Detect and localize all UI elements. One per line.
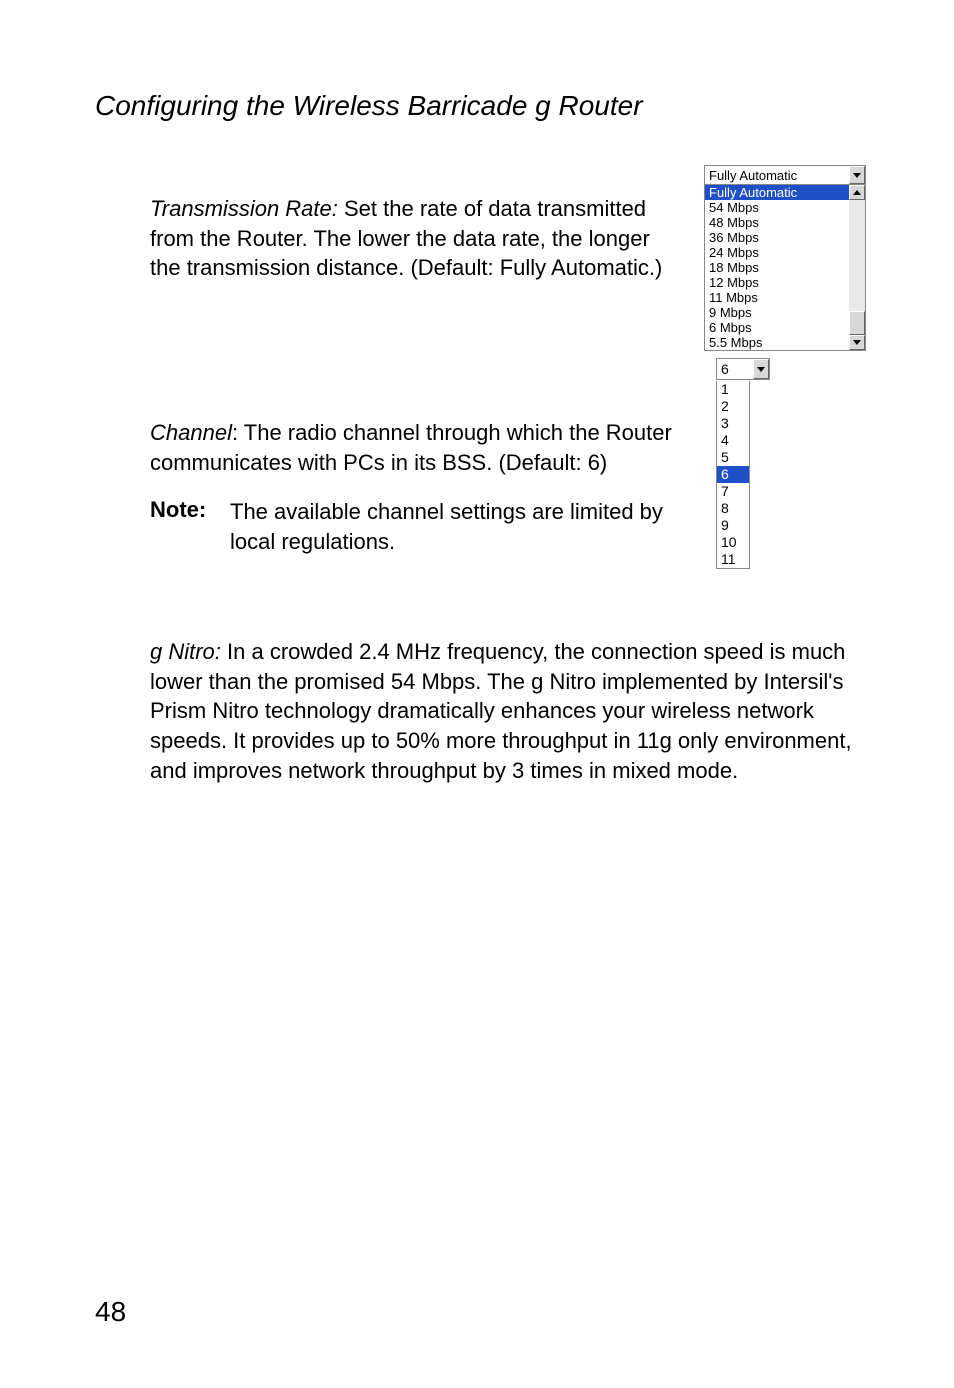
dropdown-option[interactable]: 9	[717, 517, 749, 534]
dropdown-option[interactable]: 11	[717, 551, 749, 568]
paragraph-gnitro: g Nitro: In a crowded 2.4 MHz frequency,…	[150, 637, 870, 785]
dropdown-option[interactable]: 18 Mbps	[705, 260, 849, 275]
dropdown-option[interactable]: 9 Mbps	[705, 305, 849, 320]
scrollbar[interactable]	[849, 185, 865, 350]
dropdown-header[interactable]: 6	[716, 358, 770, 380]
dropdown-option[interactable]: 54 Mbps	[705, 200, 849, 215]
paragraph-channel: Channel: The radio channel through which…	[150, 418, 710, 477]
dropdown-option[interactable]: 5.5 Mbps	[705, 335, 849, 350]
paragraph-transmission-rate: Transmission Rate: Set the rate of data …	[150, 194, 665, 283]
dropdown-header[interactable]: Fully Automatic	[704, 165, 866, 185]
label-gnitro: g Nitro:	[150, 639, 221, 664]
dropdown-option[interactable]: 6	[717, 466, 749, 483]
dropdown-selected-text: Fully Automatic	[705, 166, 849, 184]
scroll-track[interactable]	[849, 200, 865, 335]
scroll-up-button[interactable]	[849, 185, 865, 200]
dropdown-option[interactable]: 8	[717, 500, 749, 517]
scroll-down-button[interactable]	[849, 335, 865, 350]
dropdown-option[interactable]: 5	[717, 449, 749, 466]
dropdown-list: Fully Automatic54 Mbps48 Mbps36 Mbps24 M…	[704, 185, 866, 351]
dropdown-option[interactable]: Fully Automatic	[705, 185, 849, 200]
desc-gnitro: In a crowded 2.4 MHz frequency, the conn…	[150, 639, 852, 783]
dropdown-option[interactable]: 36 Mbps	[705, 230, 849, 245]
page-title: Configuring the Wireless Barricade g Rou…	[95, 90, 859, 122]
chevron-down-icon	[757, 367, 765, 372]
dropdown-option[interactable]: 11 Mbps	[705, 290, 849, 305]
dropdown-option[interactable]: 4	[717, 432, 749, 449]
dropdown-button[interactable]	[753, 359, 769, 379]
chevron-down-icon	[853, 173, 861, 178]
dropdown-option[interactable]: 24 Mbps	[705, 245, 849, 260]
dropdown-selected-text: 6	[717, 359, 753, 379]
channel-dropdown[interactable]: 6 1234567891011	[716, 358, 770, 569]
page-number: 48	[95, 1296, 126, 1328]
label-channel: Channel	[150, 420, 232, 445]
note-label: Note:	[150, 497, 230, 556]
dropdown-option[interactable]: 2	[717, 398, 749, 415]
note-block: Note: The available channel settings are…	[150, 497, 710, 556]
dropdown-option[interactable]: 48 Mbps	[705, 215, 849, 230]
dropdown-option[interactable]: 7	[717, 483, 749, 500]
chevron-down-icon	[853, 340, 861, 345]
dropdown-button[interactable]	[849, 166, 865, 184]
transmission-rate-dropdown[interactable]: Fully Automatic Fully Automatic54 Mbps48…	[704, 165, 866, 351]
dropdown-option[interactable]: 3	[717, 415, 749, 432]
dropdown-option[interactable]: 10	[717, 534, 749, 551]
label-transmission-rate: Transmission Rate:	[150, 196, 338, 221]
dropdown-option[interactable]: 6 Mbps	[705, 320, 849, 335]
note-text: The available channel settings are limit…	[230, 497, 710, 556]
dropdown-list: 1234567891011	[716, 381, 750, 569]
chevron-up-icon	[853, 190, 861, 195]
dropdown-option[interactable]: 1	[717, 381, 749, 398]
scroll-thumb[interactable]	[849, 311, 865, 335]
dropdown-option[interactable]: 12 Mbps	[705, 275, 849, 290]
